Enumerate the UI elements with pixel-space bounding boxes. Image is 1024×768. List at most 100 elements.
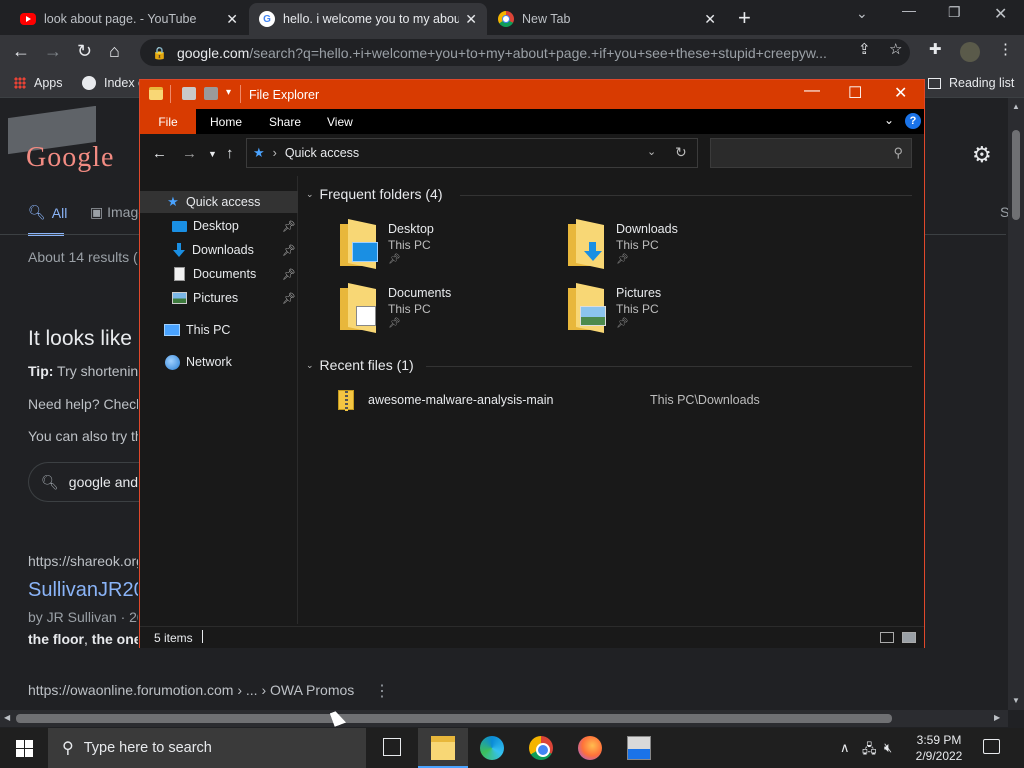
back-arrow-icon[interactable]: ← (152, 145, 167, 162)
scrollbar-thumb[interactable] (16, 714, 892, 723)
google-icon: G (259, 11, 275, 27)
google-doodle[interactable]: Google (2, 106, 137, 176)
close-window-icon[interactable]: ✕ (994, 4, 1007, 24)
back-arrow-icon[interactable]: ← (12, 41, 30, 62)
scroll-right-arrow-icon[interactable]: ▶ (994, 713, 1000, 722)
recent-locations-icon[interactable]: ▼ (208, 149, 217, 159)
folder-tile-desktop[interactable]: Desktop This PC 📌︎ (340, 218, 560, 274)
restore-icon[interactable]: ❐ (948, 4, 961, 21)
details-view-icon[interactable] (880, 632, 894, 643)
minimize-icon[interactable]: — (804, 82, 820, 100)
new-tab-button[interactable]: + (738, 5, 751, 31)
scroll-down-arrow-icon[interactable]: ▼ (1012, 696, 1020, 705)
bookmark-star-icon[interactable]: ☆ (889, 40, 902, 58)
result-url[interactable]: https://owaonline.forumotion.com › ... ›… (28, 682, 354, 698)
file-explorer-taskbar-icon[interactable] (431, 736, 455, 760)
nav-pictures[interactable]: Pictures 📌︎ (140, 287, 298, 309)
reload-icon[interactable]: ↻ (77, 41, 92, 62)
result-title-link[interactable]: SullivanJR20 (28, 579, 138, 602)
tab-all[interactable]: 🔍︎ All (28, 204, 67, 221)
settings-gear-icon[interactable]: ⚙ (972, 142, 992, 168)
explorer-address-bar[interactable]: ★ › Quick access ⌄ ↻ (246, 138, 698, 168)
nav-documents[interactable]: Documents 📌︎ (140, 263, 298, 285)
profile-avatar[interactable] (960, 42, 980, 62)
nav-network[interactable]: Network (140, 351, 298, 373)
vertical-scrollbar[interactable]: ▲ ▼ (1008, 98, 1024, 710)
show-hidden-icons-chevron-icon[interactable]: ∧ (840, 740, 850, 756)
help-icon[interactable]: ? (905, 113, 921, 129)
recent-files-header[interactable]: ⌄ Recent files (1) (306, 357, 414, 373)
address-bar[interactable]: 🔒 google.com/search?q=hello.+i+welcome+y… (140, 39, 910, 66)
reading-list-button[interactable]: Reading list (928, 76, 1014, 90)
refresh-icon[interactable]: ↻ (675, 144, 687, 161)
large-icons-view-icon[interactable] (902, 632, 916, 643)
address-dropdown-icon[interactable]: ⌄ (647, 145, 656, 158)
notification-center-icon[interactable] (983, 739, 1000, 754)
explorer-title-bar[interactable]: ▾ File Explorer — ☐ ✕ (140, 80, 924, 109)
tab-view[interactable]: View (327, 115, 353, 129)
pin-icon: 📌︎ (388, 254, 401, 265)
windows-start-icon[interactable] (16, 740, 33, 757)
task-view-icon[interactable] (383, 738, 401, 756)
suggestion-chip[interactable]: 🔍︎ google and (28, 462, 148, 502)
result-menu-icon[interactable]: ⋮ (374, 681, 390, 701)
new-folder-icon[interactable] (204, 87, 218, 100)
properties-icon[interactable] (182, 87, 196, 100)
taskbar-search-box[interactable]: ⚲ Type here to search (48, 728, 366, 768)
system-clock[interactable]: 3:59 PM 2/9/2022 (904, 732, 974, 764)
chrome-icon (498, 11, 514, 27)
scroll-up-arrow-icon[interactable]: ▲ (1012, 102, 1020, 111)
tab-file[interactable]: File (140, 109, 196, 134)
explorer-search-input[interactable]: ⚲ (710, 138, 912, 168)
firefox-browser-icon[interactable] (578, 736, 602, 760)
menu-kebab-icon[interactable]: ⋮ (998, 40, 1013, 58)
folder-tile-downloads[interactable]: Downloads This PC 📌︎ (568, 218, 788, 274)
horizontal-scrollbar[interactable]: ◀ ▶ (0, 710, 1008, 727)
recent-file-row[interactable]: awesome-malware-analysis-main This PC\Do… (338, 388, 918, 412)
bookmark-index[interactable]: Index c (82, 76, 144, 90)
close-tab-icon[interactable]: ✕ (226, 11, 238, 28)
up-arrow-icon[interactable]: ↑ (226, 145, 234, 162)
nav-this-pc[interactable]: This PC (140, 319, 298, 341)
bookmark-apps[interactable]: Apps (14, 76, 63, 90)
home-icon[interactable]: ⌂ (109, 41, 120, 62)
scrollbar-thumb[interactable] (1012, 130, 1020, 220)
chrome-browser-icon[interactable] (529, 736, 553, 760)
folder-tile-pictures[interactable]: Pictures This PC 📌︎ (568, 282, 788, 338)
forward-arrow-icon[interactable]: → (44, 41, 62, 62)
share-icon[interactable]: ⇪ (858, 40, 871, 58)
pictures-icon (172, 292, 187, 304)
network-icon[interactable]: 🖧︎ (862, 740, 877, 762)
expand-ribbon-icon[interactable]: ⌄ (884, 113, 894, 127)
tab-images[interactable]: ▣ Images (90, 204, 140, 221)
breadcrumb-quick-access[interactable]: Quick access (285, 146, 359, 160)
tab-new-tab[interactable]: New Tab ✕ (488, 3, 726, 35)
document-icon (174, 267, 185, 281)
extensions-puzzle-icon[interactable]: ✚ (929, 40, 942, 58)
frequent-folders-header[interactable]: ⌄ Frequent folders (4) (306, 186, 443, 202)
scroll-left-arrow-icon[interactable]: ◀ (4, 713, 10, 722)
result-snippet: the floor, the one (28, 631, 138, 647)
tab-share[interactable]: Share (269, 115, 301, 129)
maximize-icon[interactable]: ☐ (848, 83, 862, 103)
tab-google-search[interactable]: G hello. i welcome you to my about ✕ (249, 3, 487, 35)
google-logo: Google (26, 142, 115, 173)
folder-tile-documents[interactable]: Documents This PC 📌︎ (340, 282, 560, 338)
breadcrumb-separator-icon: › (272, 146, 277, 160)
minimize-icon[interactable]: — (902, 2, 916, 18)
close-tab-icon[interactable]: ✕ (465, 11, 477, 28)
tab-home[interactable]: Home (210, 115, 242, 129)
nav-quick-access[interactable]: ★ Quick access (140, 191, 298, 213)
volume-muted-icon[interactable]: 🔇︎ (884, 740, 892, 756)
edge-browser-icon[interactable] (480, 736, 504, 760)
close-window-icon[interactable]: ✕ (894, 83, 907, 103)
tab-youtube[interactable]: look about page. - YouTube ✕ (10, 3, 248, 35)
nav-desktop[interactable]: Desktop 📌︎ (140, 215, 298, 237)
tab-search-icon[interactable]: ⌄ (856, 5, 868, 22)
application-window-icon[interactable] (627, 736, 651, 760)
customize-quick-access-icon[interactable]: ▾ (226, 87, 231, 98)
close-tab-icon[interactable]: ✕ (704, 11, 716, 28)
nav-downloads[interactable]: Downloads 📌︎ (140, 239, 298, 261)
forward-arrow-icon[interactable]: → (182, 145, 197, 162)
result-url[interactable]: https://shareok.org (28, 553, 138, 569)
